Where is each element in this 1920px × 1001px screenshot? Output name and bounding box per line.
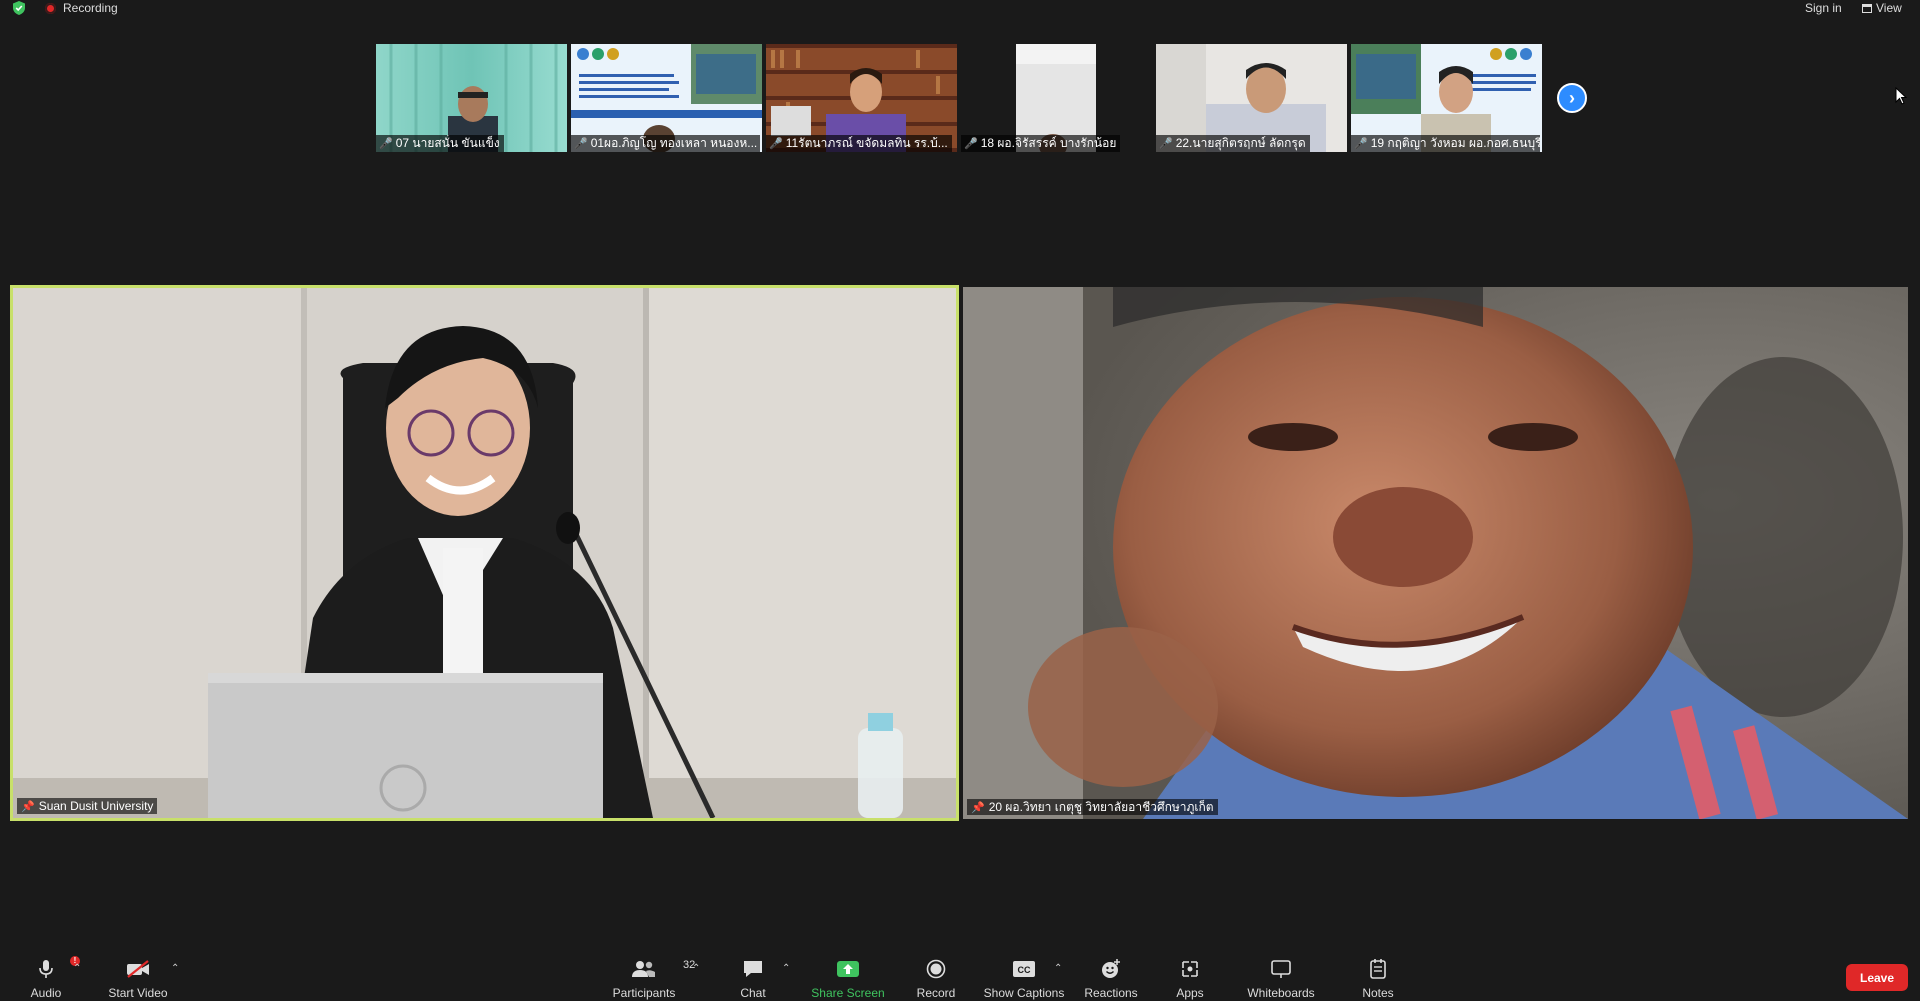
participant-thumbnail[interactable]: 🎤 01ผอ.ภิญโญ ทองเหลา หนองห... [571, 44, 762, 152]
participants-options-caret[interactable]: ⌃ [692, 963, 700, 974]
mouse-cursor-icon [1895, 87, 1907, 105]
participant-thumbnail[interactable]: 🎤 22.นายสุกิตรฤกษ์ ลัดกรุด [1156, 44, 1347, 152]
microphone-icon [39, 960, 53, 978]
chat-button[interactable]: Chat [732, 950, 774, 1001]
thumbnail-name: 🎤 18 ผอ.จิรัสรรค์ บางรักน้อย [961, 135, 1121, 152]
video-name-label: 📌 Suan Dusit University [17, 798, 158, 814]
apps-button[interactable]: Apps [1172, 950, 1208, 1001]
chat-icon [744, 961, 762, 977]
shield-icon[interactable] [12, 1, 26, 15]
share-screen-button[interactable]: Share Screen [810, 950, 886, 1001]
chevron-right-icon: › [1569, 87, 1575, 108]
leave-button[interactable]: Leave [1846, 964, 1908, 991]
mic-muted-icon: 🎤 [1159, 138, 1173, 150]
participant-thumbnail[interactable]: 🎤 19 กฤติญา วังหอม ผอ.กอศ.ธนบุรี [1351, 44, 1542, 152]
notes-icon [1370, 959, 1386, 979]
chat-options-caret[interactable]: ⌃ [782, 963, 790, 974]
mic-muted-icon: 🎤 [1354, 138, 1368, 150]
meeting-toolbar: ! Audio ⌃ Start Video ⌃ 32 Participants … [0, 950, 1920, 1001]
start-video-button[interactable]: Start Video [106, 950, 170, 1001]
record-button[interactable]: Record [914, 950, 958, 1001]
thumbnail-name: 🎤 01ผอ.ภิญโญ ทองเหลา หนองห... [571, 135, 760, 152]
video-feed [13, 288, 956, 818]
video-feed [963, 287, 1908, 819]
thumbnail-name: 🎤 11รัตนาภรณ์ ขจัดมลทิน รร.บ้... [766, 135, 952, 152]
video-off-icon [127, 960, 149, 978]
pin-icon: 📌 [21, 800, 35, 813]
sign-in-link[interactable]: Sign in [1805, 1, 1842, 15]
whiteboards-button[interactable]: Whiteboards [1244, 950, 1318, 1001]
participant-thumbnail[interactable]: 🎤 07 นายสนั่น ขันแข็ง [376, 44, 567, 152]
captions-icon: CC [1013, 961, 1035, 977]
reactions-icon [1102, 959, 1120, 978]
show-captions-button[interactable]: CC Show Captions [982, 950, 1066, 1001]
mic-muted-icon: 🎤 [964, 138, 978, 150]
apps-icon [1182, 961, 1198, 977]
mic-muted-icon: 🎤 [574, 138, 588, 150]
captions-options-caret[interactable]: ⌃ [1054, 963, 1062, 974]
next-page-button[interactable]: › [1557, 83, 1587, 113]
notes-button[interactable]: Notes [1360, 950, 1396, 1001]
whiteboard-icon [1271, 960, 1291, 978]
thumbnail-name: 🎤 22.นายสุกิตรฤกษ์ ลัดกรุด [1156, 135, 1310, 152]
share-screen-icon [837, 961, 859, 977]
mic-muted-icon: 🎤 [379, 138, 393, 150]
recording-label[interactable]: Recording [63, 1, 118, 15]
active-speaker-video[interactable]: 📌 Suan Dusit University [10, 285, 959, 821]
recording-icon[interactable] [45, 3, 56, 14]
reactions-button[interactable]: Reactions [1082, 950, 1140, 1001]
view-icon [1862, 3, 1872, 13]
mic-muted-icon: 🎤 [769, 138, 783, 150]
top-bar: Recording Sign in View [0, 0, 1920, 18]
svg-text:CC: CC [1018, 965, 1031, 975]
audio-button[interactable]: ! Audio [22, 950, 80, 1001]
view-button[interactable]: View [1862, 1, 1902, 15]
thumbnail-name: 🎤 19 กฤติญา วังหอม ผอ.กอศ.ธนบุรี [1351, 135, 1540, 152]
participant-video[interactable]: 📌 20 ผอ.วิทยา เกตุชู วิทยาลัยอาชีวศึกษาภู… [963, 287, 1908, 819]
participants-button[interactable]: 32 Participants [606, 950, 696, 1001]
thumbnail-name: 🎤 07 นายสนั่น ขันแข็ง [376, 135, 504, 152]
participant-thumbnail[interactable]: 🎤 18 ผอ.จิรัสรรค์ บางรักน้อย [961, 44, 1152, 152]
audio-options-caret[interactable]: ⌃ [73, 963, 81, 974]
record-icon [926, 959, 946, 979]
video-name-label: 📌 20 ผอ.วิทยา เกตุชู วิทยาลัยอาชีวศึกษาภู… [967, 799, 1218, 815]
participants-icon [632, 961, 655, 977]
view-label: View [1876, 1, 1902, 15]
participant-thumbnail[interactable]: 🎤 11รัตนาภรณ์ ขจัดมลทิน รร.บ้... [766, 44, 957, 152]
pin-icon: 📌 [971, 801, 985, 814]
video-options-caret[interactable]: ⌃ [171, 963, 179, 974]
